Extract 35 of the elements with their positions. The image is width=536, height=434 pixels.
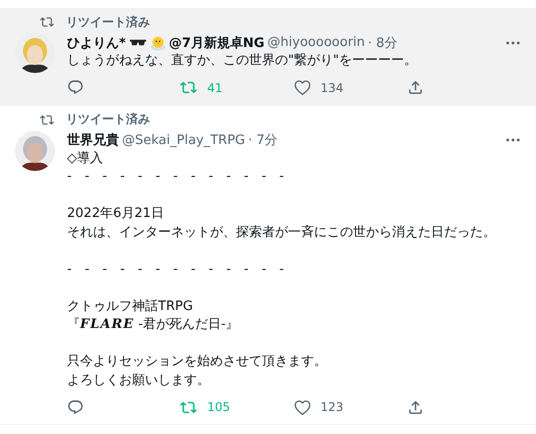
user-handle[interactable]: @hiyoooooorin — [267, 35, 365, 50]
retweet-label: リツイート済み — [66, 14, 150, 30]
reply-icon[interactable] — [67, 398, 84, 416]
chick-icon — [150, 34, 166, 50]
tweet-text: 『FLARE -君が死んだ日-』 — [67, 316, 240, 334]
more-icon[interactable] — [506, 40, 520, 44]
retweet-icon — [40, 15, 54, 29]
tweet-text: 只今よりセッションを始めさせて頂きます。 — [67, 353, 328, 371]
tweet-text: - - - - - - - - - - - - - — [67, 260, 285, 278]
tweet-text: 2022年6月21日 — [67, 205, 165, 223]
more-icon[interactable] — [506, 138, 520, 142]
tweet-text: それは、インターネットが、探索者が一斉にこの世から消えた日だった。 — [67, 224, 497, 242]
share-icon[interactable] — [406, 398, 424, 416]
user-name[interactable]: ひよりん* — [67, 34, 126, 52]
sunglasses-icon — [128, 38, 147, 47]
retweet-icon — [40, 112, 54, 126]
share-icon[interactable] — [406, 79, 424, 96]
retweet-label: リツイート済み — [66, 111, 150, 128]
tweet-text: しょうがねえな、直すか、この世界の"繋がり"をーーーー。 — [67, 52, 418, 70]
timestamp[interactable]: · 7分 — [248, 131, 278, 149]
tweet-text: クトゥルフ神話TRPG — [67, 298, 194, 316]
reply-icon[interactable] — [67, 79, 84, 96]
like-icon[interactable] — [294, 79, 310, 96]
tweet-text: よろしくお願いします。 — [67, 372, 211, 390]
retweet-count: 41 — [207, 80, 223, 94]
tweet-text: - - - - - - - - - - - - - — [67, 168, 285, 186]
like-count: 134 — [320, 80, 344, 94]
like-count: 123 — [320, 400, 344, 414]
user-handle[interactable]: @Sekai_Play_TRPG — [122, 132, 246, 148]
user-name[interactable]: 世界兄貴 — [67, 131, 119, 149]
like-icon[interactable] — [294, 398, 310, 416]
retweet-count: 105 — [207, 400, 230, 414]
user-name[interactable]: @7月新規卓NG — [168, 34, 264, 52]
tweet-text: ◇導入 — [67, 150, 104, 168]
timestamp[interactable]: · 8分 — [368, 34, 398, 52]
